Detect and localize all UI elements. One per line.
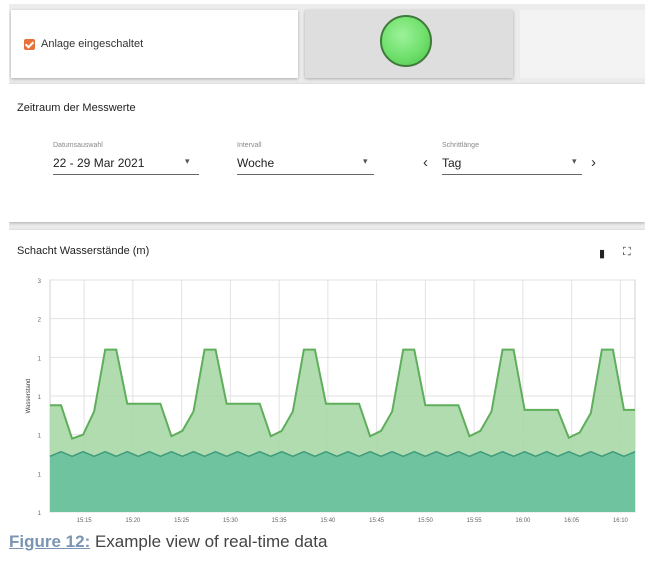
date-picker-chevron-down-icon[interactable]: ▾ xyxy=(185,156,190,167)
plant-enabled-checkbox[interactable] xyxy=(24,39,35,50)
step-select-value: Tag xyxy=(442,156,462,170)
water-level-chart: 3 2 1 1 1 1 1 15:15 15:20 15:25 15:30 15:35 15:40 15:… xyxy=(26,279,636,524)
plant-toggle-card: Anlage eingeschaltet xyxy=(11,10,298,78)
interval-chevron-down-icon[interactable]: ▾ xyxy=(363,156,368,167)
lower-series-area xyxy=(50,451,635,512)
x-tick-label: 15:50 xyxy=(418,518,434,524)
y-tick-label: 2 xyxy=(38,318,42,324)
interval-select-underline xyxy=(237,174,374,175)
y-tick-label: 1 xyxy=(38,472,42,478)
step-next-icon[interactable]: › xyxy=(591,154,596,171)
date-picker-underline xyxy=(53,174,199,175)
interval-select-value: Woche xyxy=(237,156,275,170)
y-axis-label: Wasserstand xyxy=(26,379,32,414)
interval-select-label: Intervall xyxy=(237,142,262,149)
time-range-title: Zeitraum der Messwerte xyxy=(17,102,136,114)
y-tick-label: 1 xyxy=(38,356,42,362)
step-prev-icon[interactable]: ‹ xyxy=(423,154,428,171)
y-tick-label: 1 xyxy=(38,434,42,440)
x-tick-label: 16:00 xyxy=(515,518,531,524)
y-tick-label: 1 xyxy=(38,511,42,517)
figure-number: Figure 12: xyxy=(9,532,91,551)
x-tick-label: 16:05 xyxy=(564,518,580,524)
date-picker-label: Datumsauswahl xyxy=(53,142,103,149)
app-screen: Anlage eingeschaltet Zeitraum der Messwe… xyxy=(9,4,645,524)
date-picker-value: 22 - 29 Mar 2021 xyxy=(53,156,145,170)
x-tick-label: 15:40 xyxy=(320,518,336,524)
x-tick-label: 15:35 xyxy=(272,518,288,524)
y-tick-label: 3 xyxy=(38,279,42,285)
x-tick-label: 15:30 xyxy=(223,518,239,524)
status-card xyxy=(305,10,513,78)
x-tick-label: 15:55 xyxy=(467,518,483,524)
x-tick-label: 15:25 xyxy=(174,518,190,524)
step-select-underline xyxy=(442,174,582,175)
step-chevron-down-icon[interactable]: ▾ xyxy=(572,156,577,167)
x-tick-label: 15:15 xyxy=(77,518,93,524)
x-tick-label: 16:10 xyxy=(613,518,629,524)
step-select-label: Schrittlänge xyxy=(442,142,479,149)
status-lamp-icon xyxy=(380,15,432,67)
water-level-chart-card: Schacht Wasserstände (m) ▮ ⛶ 3 2 1 1 1 1 1 15:1… xyxy=(9,230,645,524)
y-tick-label: 1 xyxy=(38,395,42,401)
empty-card xyxy=(520,10,645,78)
figure-caption-text: Example view of real-time data xyxy=(90,532,328,551)
figure-caption: Figure 12: Example view of real-time dat… xyxy=(9,532,327,552)
plant-enabled-label: Anlage eingeschaltet xyxy=(41,38,144,50)
x-tick-label: 15:45 xyxy=(369,518,385,524)
x-tick-label: 15:20 xyxy=(125,518,141,524)
time-range-card: Zeitraum der Messwerte Datumsauswahl 22 … xyxy=(9,84,645,222)
